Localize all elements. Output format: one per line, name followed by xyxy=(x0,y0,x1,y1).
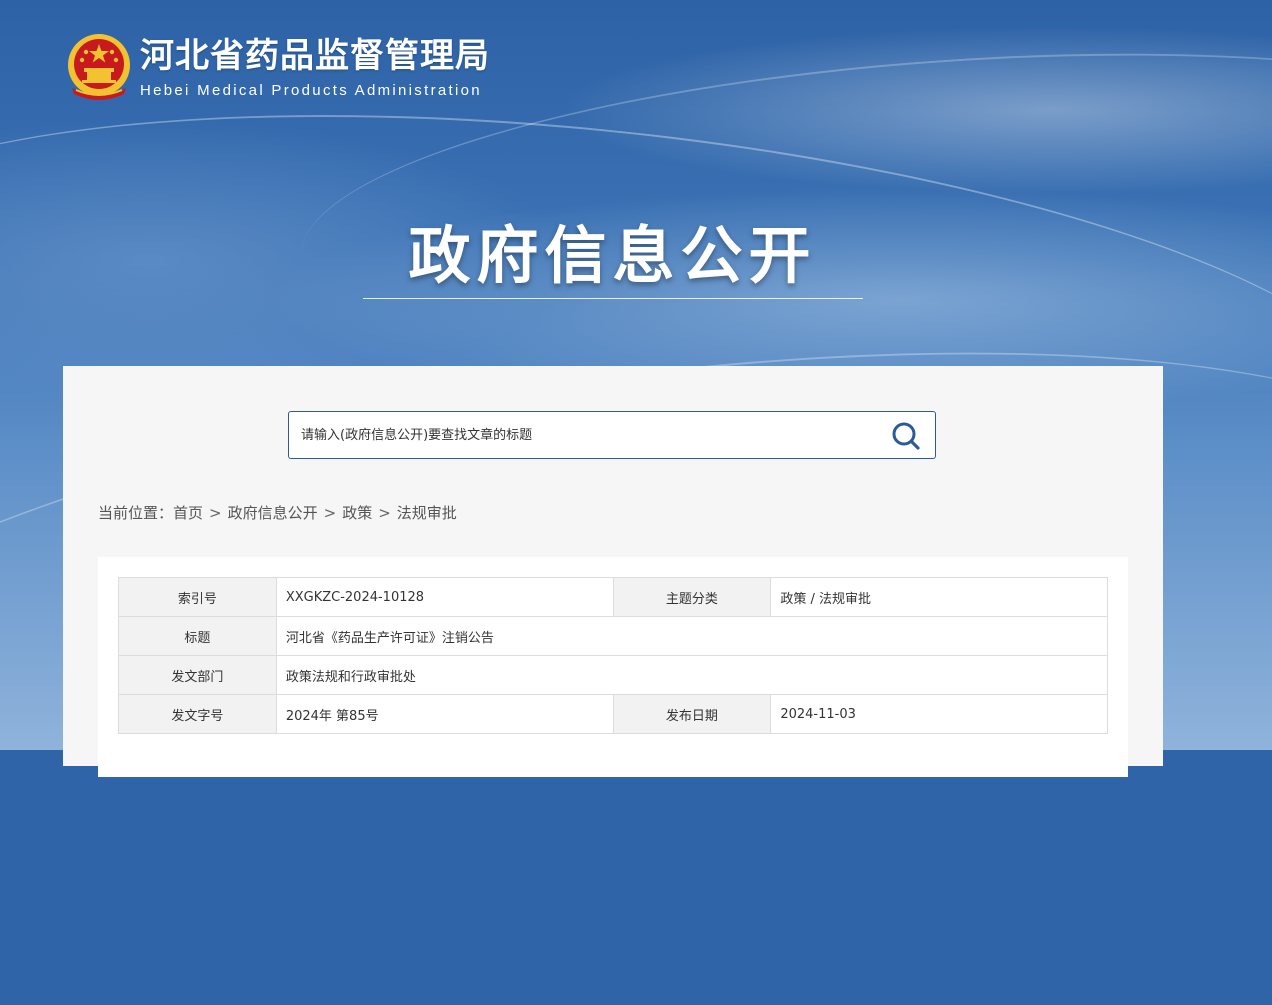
publish-date-value: 2024-11-03 xyxy=(770,694,1108,734)
breadcrumb-home[interactable]: 首页 xyxy=(173,504,203,522)
breadcrumb-separator: > xyxy=(323,504,337,522)
search-icon[interactable] xyxy=(891,421,921,451)
table-row: 发文字号 2024年 第85号 发布日期 2024-11-03 xyxy=(118,694,1108,734)
title-divider xyxy=(363,298,863,299)
breadcrumb-regulation-approval[interactable]: 法规审批 xyxy=(397,504,457,522)
document-number-label: 发文字号 xyxy=(118,694,277,734)
breadcrumb-separator: > xyxy=(378,504,391,522)
document-number-value: 2024年 第85号 xyxy=(275,694,614,734)
page-title: 政府信息公开 xyxy=(408,219,817,292)
article-meta-card: 索引号 XXGKZC-2024-10128 主题分类 政策 / 法规审批 标题 … xyxy=(98,557,1128,777)
table-row: 标题 河北省《药品生产许可证》注销公告 xyxy=(118,616,1109,656)
index-number-value: XXGKZC-2024-10128 xyxy=(275,577,614,617)
search-box xyxy=(288,411,936,459)
breadcrumb-separator: > xyxy=(209,504,222,522)
title-label: 标题 xyxy=(118,616,277,656)
site-title: 河北省药品监督管理局 xyxy=(140,36,490,76)
topic-category-value: 政策 / 法规审批 xyxy=(770,577,1108,617)
issuing-department-value: 政策法规和行政审批处 xyxy=(275,655,1109,695)
site-subtitle: Hebei Medical Products Administration xyxy=(140,82,482,99)
publish-date-label: 发布日期 xyxy=(612,694,772,734)
site-logo[interactable]: 河北省药品监督管理局 Hebei Medical Products Admini… xyxy=(64,30,504,106)
breadcrumb: 当前位置：首页 > 政府信息公开 > 政策 > 法规审批 xyxy=(98,502,457,523)
breadcrumb-policy[interactable]: 政策 xyxy=(342,504,372,522)
breadcrumb-prefix: 当前位置： xyxy=(98,504,174,522)
table-row: 发文部门 政策法规和行政审批处 xyxy=(118,655,1109,695)
title-value: 河北省《药品生产许可证》注销公告 xyxy=(275,616,1109,656)
breadcrumb-gov-info[interactable]: 政府信息公开 xyxy=(228,504,318,522)
index-number-label: 索引号 xyxy=(118,577,277,617)
search-input[interactable] xyxy=(289,412,869,458)
content-panel: 当前位置：首页 > 政府信息公开 > 政策 > 法规审批 索引号 XXGKZC-2024-1… xyxy=(63,366,1163,777)
article-meta-table: 索引号 XXGKZC-2024-10128 主题分类 政策 / 法规审批 标题 … xyxy=(118,577,1109,734)
issuing-department-label: 发文部门 xyxy=(118,655,277,695)
national-emblem-icon xyxy=(68,34,130,100)
topic-category-label: 主题分类 xyxy=(612,577,772,617)
table-row: 索引号 XXGKZC-2024-10128 主题分类 政策 / 法规审批 xyxy=(118,577,1108,617)
